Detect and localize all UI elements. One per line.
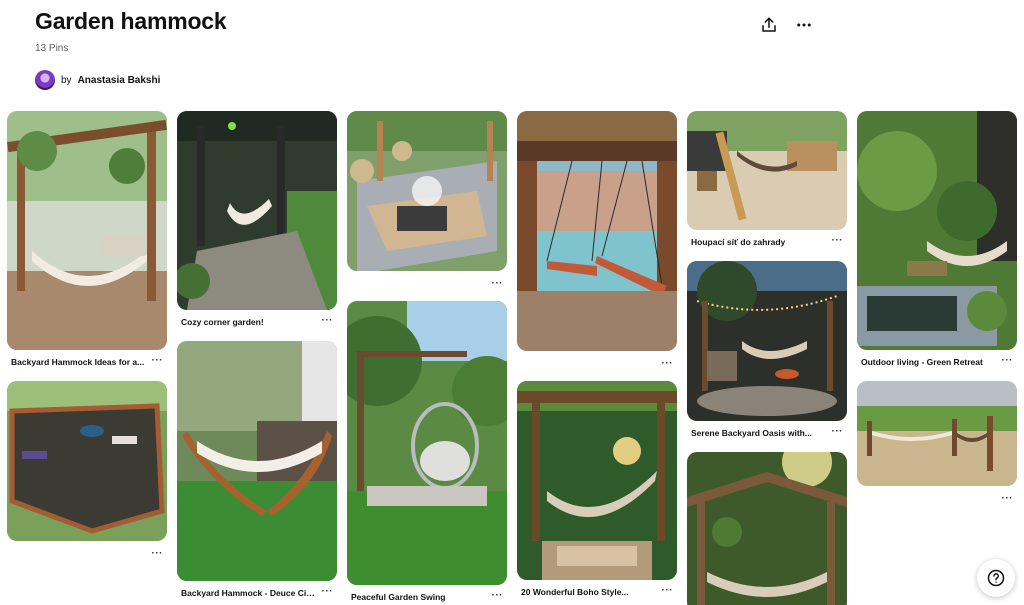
pin-card[interactable]: 20 Wonderful Boho Style... ··· <box>517 381 677 597</box>
owner-name[interactable]: Anastasia Bakshi <box>78 75 161 86</box>
pin-image[interactable] <box>687 111 847 230</box>
pin-image[interactable] <box>7 111 167 350</box>
help-button[interactable] <box>977 559 1015 597</box>
pin-image[interactable] <box>687 261 847 421</box>
pin-title[interactable]: Backyard Hammock Ideas for a... <box>11 357 144 367</box>
pin-more-button[interactable]: ··· <box>662 358 674 369</box>
pin-card[interactable]: Cozy corner garden! ··· <box>177 111 337 327</box>
help-icon <box>987 569 1005 587</box>
pin-title[interactable]: Outdoor living - Green Retreat <box>861 357 983 367</box>
pin-title[interactable]: Backyard Hammock - Deuce Citi... <box>181 588 316 598</box>
pin-image[interactable] <box>517 111 677 351</box>
pin-more-button[interactable]: ··· <box>152 548 164 559</box>
share-icon <box>762 17 776 32</box>
pin-more-button[interactable]: ··· <box>832 426 844 437</box>
avatar[interactable] <box>35 70 55 90</box>
pin-title[interactable]: Cozy corner garden! <box>181 317 264 327</box>
pin-image[interactable] <box>687 452 847 605</box>
pin-image[interactable] <box>517 381 677 580</box>
pin-title[interactable]: Serene Backyard Oasis with... <box>691 428 812 438</box>
pin-card[interactable]: Houpací síť do zahrady ··· <box>687 111 847 247</box>
pin-image[interactable] <box>177 111 337 310</box>
more-horizontal-icon <box>797 23 811 27</box>
pin-card[interactable]: ··· <box>7 381 167 559</box>
board-title: Garden hammock <box>35 8 227 34</box>
pin-card[interactable]: Serene Backyard Oasis with... ··· <box>687 261 847 438</box>
pin-title[interactable]: Peaceful Garden Swing <box>351 592 445 602</box>
more-options-button[interactable] <box>790 11 818 39</box>
pin-title[interactable]: Houpací síť do zahrady <box>691 237 785 247</box>
pin-card[interactable]: Backyard Hammock Ideas for a... ··· <box>7 111 167 367</box>
pin-more-button[interactable]: ··· <box>1002 493 1014 504</box>
pin-more-button[interactable]: ··· <box>662 585 674 596</box>
share-button[interactable] <box>755 11 783 39</box>
pin-card[interactable]: ··· <box>347 111 507 289</box>
pin-more-button[interactable]: ··· <box>492 590 504 601</box>
pin-card[interactable]: Backyard Hammock - Deuce Citi... ··· <box>177 341 337 598</box>
pin-card[interactable] <box>687 452 847 605</box>
pin-more-button[interactable]: ··· <box>152 355 164 366</box>
pin-card[interactable]: Peaceful Garden Swing ··· <box>347 301 507 602</box>
pin-image[interactable] <box>7 381 167 541</box>
pin-count: 13 Pins <box>35 43 69 54</box>
board-owner[interactable]: by Anastasia Bakshi <box>35 70 160 90</box>
pin-more-button[interactable]: ··· <box>1002 355 1014 366</box>
pin-title[interactable]: 20 Wonderful Boho Style... <box>521 587 629 597</box>
pin-image[interactable] <box>857 381 1017 486</box>
pin-more-button[interactable]: ··· <box>322 315 334 326</box>
pin-more-button[interactable]: ··· <box>492 278 504 289</box>
pin-image[interactable] <box>347 301 507 585</box>
pin-card[interactable]: Outdoor living - Green Retreat ··· <box>857 111 1017 367</box>
pin-image[interactable] <box>177 341 337 581</box>
pin-image[interactable] <box>347 111 507 271</box>
pin-card[interactable]: ··· <box>857 381 1017 504</box>
pin-more-button[interactable]: ··· <box>832 235 844 246</box>
pin-card[interactable]: ··· <box>517 111 677 369</box>
pin-image[interactable] <box>857 111 1017 350</box>
pin-more-button[interactable]: ··· <box>322 586 334 597</box>
owner-by-label: by <box>61 74 72 86</box>
